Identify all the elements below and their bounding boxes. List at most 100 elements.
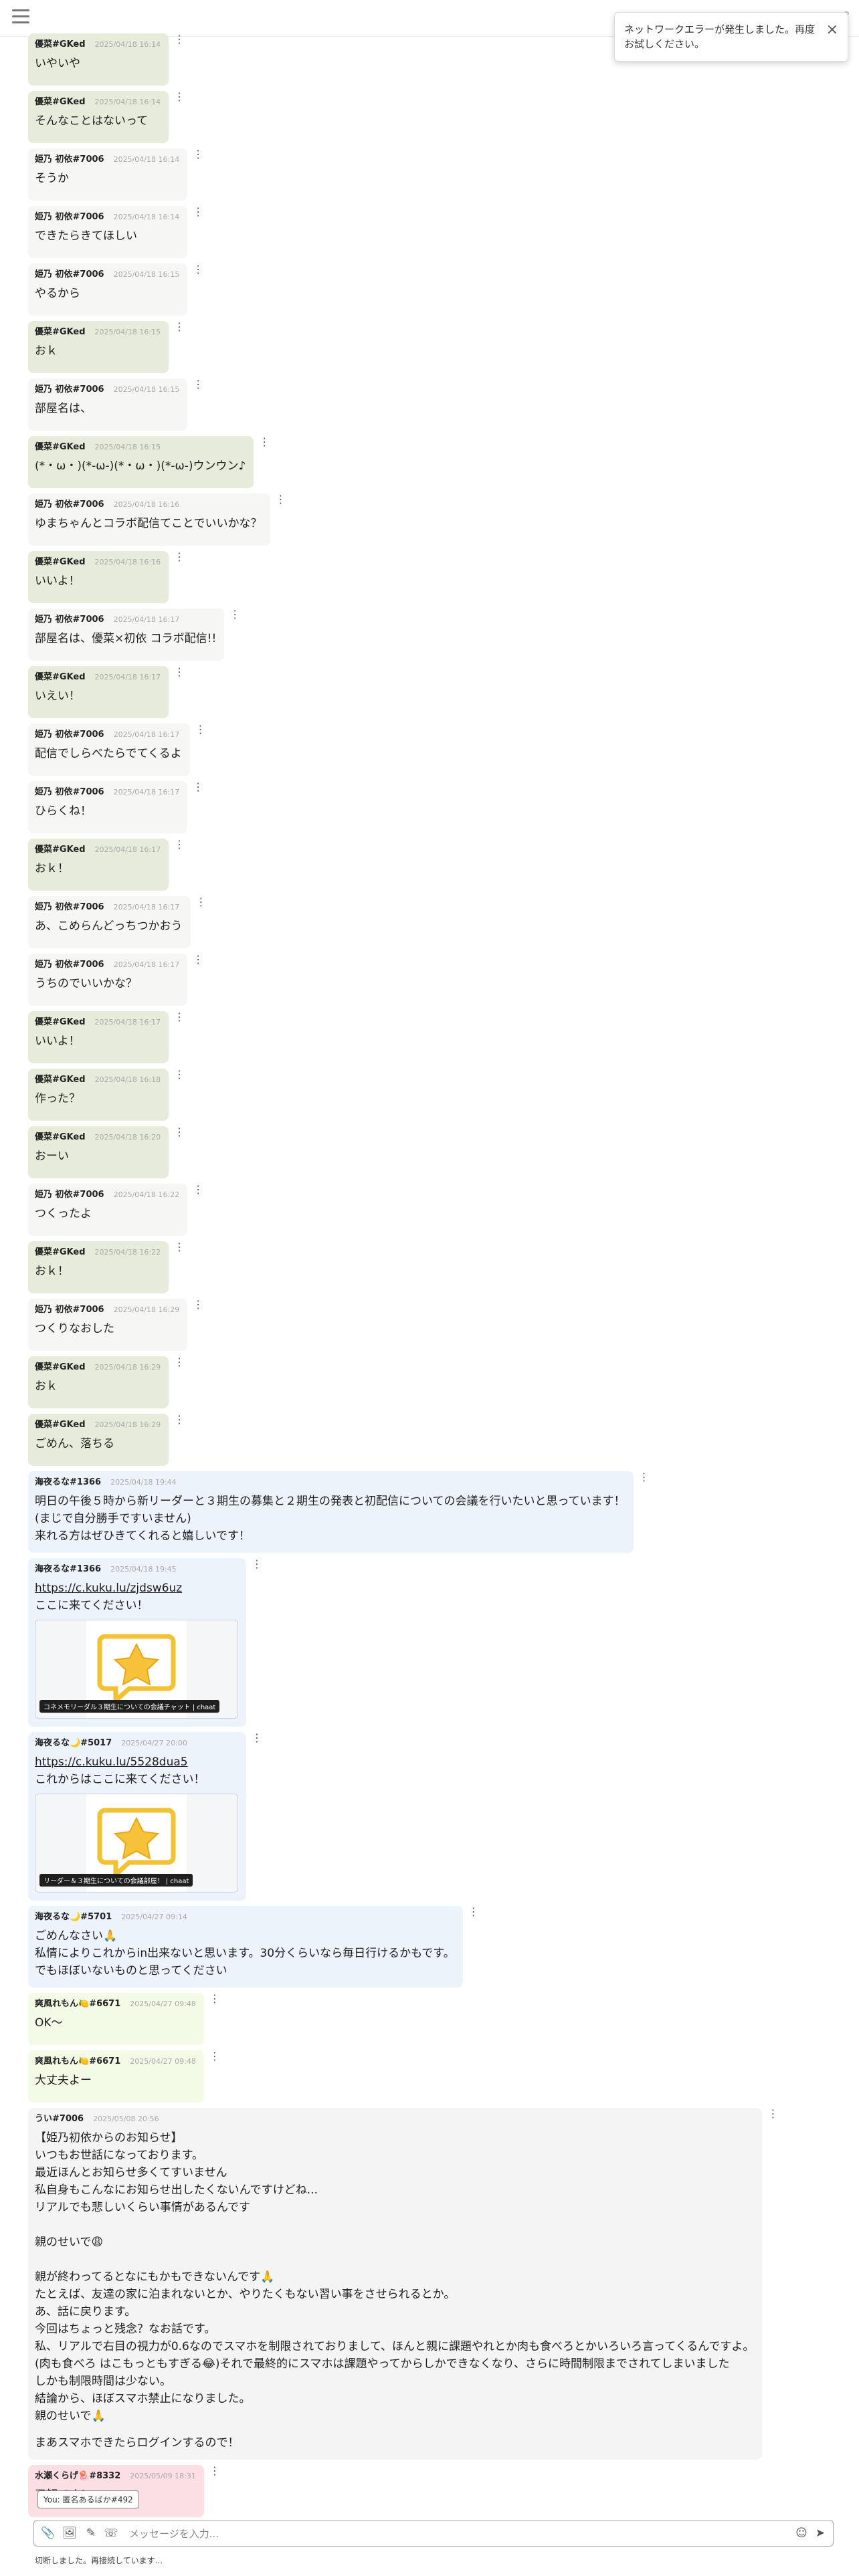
message-header: 爽風れもん🍋#6671 2025/04/27 09:48 [35, 1998, 196, 2010]
message-author: 姫乃 初依#7006 [35, 902, 104, 912]
message-menu-icon[interactable]: ⋮ [195, 724, 206, 735]
message-menu-icon[interactable]: ⋮ [196, 897, 207, 907]
message-menu-icon[interactable]: ⋮ [174, 1127, 185, 1138]
message-menu-icon[interactable]: ⋮ [209, 2051, 220, 2062]
message-row: 爽風れもん🍋#6671 2025/04/27 09:48 大丈夫よー ⋮ [28, 2050, 838, 2105]
message-row: 海夜るな#1366 2025/04/18 19:44 明日の午後５時から新リーダーと… [28, 1471, 838, 1555]
menu-icon[interactable] [12, 9, 29, 24]
message-menu-icon[interactable]: ⋮ [639, 1472, 650, 1483]
image-icon[interactable]: 🖼 [62, 2526, 77, 2541]
message-body: つくったよ [35, 1207, 92, 1220]
message: 姫乃 初依#7006 2025/04/18 16:14 できたらきてほしい ⋮ [28, 206, 203, 258]
link-preview-card[interactable]: リーダー＆３期生についての会議部屋！ | chaat [35, 1794, 238, 1893]
message-body: おｋ [35, 344, 58, 358]
message-link[interactable]: https://c.kuku.lu/zjdsw6uz [35, 1580, 238, 1597]
message-header: 姫乃 初依#7006 2025/04/18 16:22 [35, 1189, 179, 1201]
message-menu-icon[interactable]: ⋮ [193, 782, 203, 792]
message-menu-icon[interactable]: ⋮ [252, 1559, 262, 1570]
message-header: 優菜#GKed 2025/04/18 16:29 [35, 1362, 161, 1374]
message: 優菜#GKed 2025/04/18 16:17 いえい！ ⋮ [28, 666, 185, 718]
message-row: 姫乃 初依#7006 2025/04/18 16:29 つくりなおした ⋮ [28, 1299, 838, 1354]
message-menu-icon[interactable]: ⋮ [193, 1299, 203, 1310]
message-timestamp: 2025/04/18 16:16 [113, 500, 180, 509]
message-timestamp: 2025/04/27 09:48 [130, 2057, 196, 2066]
message: 優菜#GKed 2025/04/18 16:22 おｋ！ ⋮ [28, 1241, 185, 1293]
message-header: 優菜#GKed 2025/04/18 16:29 [35, 1419, 161, 1431]
message-header: 水瀬くらげ🪼#8332 2025/05/09 18:31 [35, 2470, 196, 2482]
message-body: 配信でしらべたらでてくるよ [35, 747, 182, 760]
message-timestamp: 2025/04/18 16:15 [94, 443, 161, 451]
identity-chip[interactable]: You: 匿名あるばか#492 [37, 2490, 139, 2508]
message-menu-icon[interactable]: ⋮ [193, 379, 203, 390]
message-menu-icon[interactable]: ⋮ [174, 1069, 185, 1080]
voice-icon[interactable]: ☏ [104, 2526, 118, 2541]
attach-icon[interactable]: 📎 [41, 2526, 56, 2541]
link-preview-card[interactable]: コネメモリーダル３期生についての会議チャット | chaat [35, 1620, 238, 1719]
message-header: 姫乃 初依#7006 2025/04/18 16:14 [35, 211, 179, 223]
message-menu-icon[interactable]: ⋮ [193, 207, 203, 217]
message-menu-icon[interactable]: ⋮ [174, 1012, 185, 1023]
message-body: (*・ω・)(*-ω-)(*・ω・)(*-ω-)ウンウン♪ [35, 459, 246, 473]
message-author: 海夜るな🌙#5701 [35, 1912, 112, 1922]
message-body: おｋ！ [35, 862, 69, 875]
message-menu-icon[interactable]: ⋮ [193, 954, 203, 965]
message-timestamp: 2025/04/18 16:17 [113, 960, 180, 969]
message-body: おｋ [35, 1380, 58, 1393]
message-link[interactable]: https://c.kuku.lu/5528dua5 [35, 1753, 238, 1771]
message-body: ここに来てください！ [35, 1599, 149, 1612]
message-menu-icon[interactable]: ⋮ [193, 149, 203, 160]
message-menu-icon[interactable]: ⋮ [276, 494, 286, 505]
message-menu-icon[interactable]: ⋮ [174, 1414, 185, 1425]
message-menu-icon[interactable]: ⋮ [229, 609, 240, 620]
message-header: 姫乃 初依#7006 2025/04/18 16:15 [35, 384, 179, 396]
message: 優菜#GKed 2025/04/18 16:15 (*・ω・)(*-ω-)(*・ω・… [28, 436, 270, 488]
message-input[interactable] [128, 2525, 799, 2543]
message-author: 爽風れもん🍋#6671 [35, 2056, 121, 2066]
message-menu-icon[interactable]: ⋮ [174, 552, 185, 562]
message: 優菜#GKed 2025/04/18 16:17 おｋ！ ⋮ [28, 839, 185, 891]
message-menu-icon[interactable]: ⋮ [193, 264, 203, 275]
message-row: 優菜#GKed 2025/04/18 16:14 そんなことはないって ⋮ [28, 91, 838, 146]
message-menu-icon[interactable]: ⋮ [174, 34, 185, 45]
message-menu-icon[interactable]: ⋮ [174, 322, 185, 332]
message-header: 姫乃 初依#7006 2025/04/18 16:17 [35, 614, 216, 626]
message-menu-icon[interactable]: ⋮ [174, 1242, 185, 1253]
message-menu-icon[interactable]: ⋮ [174, 92, 185, 102]
message-menu-icon[interactable]: ⋮ [174, 667, 185, 677]
message-timestamp: 2025/04/18 19:45 [110, 1565, 177, 1574]
message-menu-icon[interactable]: ⋮ [468, 1907, 479, 1917]
message-menu-icon[interactable]: ⋮ [174, 839, 185, 850]
message-menu-icon[interactable]: ⋮ [174, 1357, 185, 1368]
message: 海夜るな🌙#5017 2025/04/27 20:00 https://c.kuku… [28, 1732, 262, 1901]
message-menu-icon[interactable]: ⋮ [252, 1733, 262, 1743]
close-icon[interactable]: × [826, 23, 838, 37]
send-icon[interactable]: ➤ [813, 2526, 828, 2541]
message-body: そんなことはないって [35, 114, 149, 128]
error-toast: ネットワークエラーが発生しました。再度お試しください。 × [614, 12, 848, 62]
message: うい#7006 2025/05/08 20:56 【姫乃初依からのお知らせ】 いつも… [28, 2108, 778, 2460]
message: 海夜るな#1366 2025/04/18 19:44 明日の午後５時から新リーダーと… [28, 1471, 650, 1553]
message-body: 【姫乃初依からのお知らせ】 いつもお世話になっております。 最近ほんとお知らせ多… [35, 2131, 755, 2423]
message-timestamp: 2025/04/18 16:17 [113, 615, 180, 624]
message-menu-icon[interactable]: ⋮ [767, 2109, 778, 2119]
message-header: 姫乃 初依#7006 2025/04/18 16:17 [35, 729, 182, 741]
pen-icon[interactable]: ✎ [84, 2526, 98, 2541]
message: 海夜るな#1366 2025/04/18 19:45 https://c.kuku.… [28, 1558, 262, 1727]
emoji-icon[interactable]: ☺ [794, 2526, 809, 2541]
message-menu-icon[interactable]: ⋮ [259, 437, 270, 447]
message-row: 姫乃 初依#7006 2025/04/18 16:22 つくったよ ⋮ [28, 1184, 838, 1239]
message-body: ごめんなさい🙏 私情によりこれからin出来ないと思います。30分くらいなら毎日行… [35, 1929, 455, 1977]
message-row: 優菜#GKed 2025/04/18 16:17 おｋ！ ⋮ [28, 839, 838, 893]
message-author: 海夜るな🌙#5017 [35, 1738, 112, 1748]
message-author: 優菜#GKed [35, 1420, 86, 1430]
message-menu-icon[interactable]: ⋮ [193, 1184, 203, 1195]
message-menu-icon[interactable]: ⋮ [209, 2466, 220, 2476]
message-row: 姫乃 初依#7006 2025/04/18 16:14 そうか ⋮ [28, 148, 838, 203]
message-row: 優菜#GKed 2025/04/18 16:18 作った？ ⋮ [28, 1069, 838, 1123]
message-author: 水瀬くらげ🪼#8332 [35, 2471, 121, 2481]
message-timestamp: 2025/04/18 16:15 [113, 385, 180, 394]
message-body: おｋ！ [35, 1265, 69, 1278]
message-composer: 📎 🖼 ✎ ☏ ☺ ➤ [33, 2520, 834, 2547]
message-menu-icon[interactable]: ⋮ [209, 1994, 220, 2004]
message: 姫乃 初依#7006 2025/04/18 16:15 部屋名は、 ⋮ [28, 379, 203, 431]
